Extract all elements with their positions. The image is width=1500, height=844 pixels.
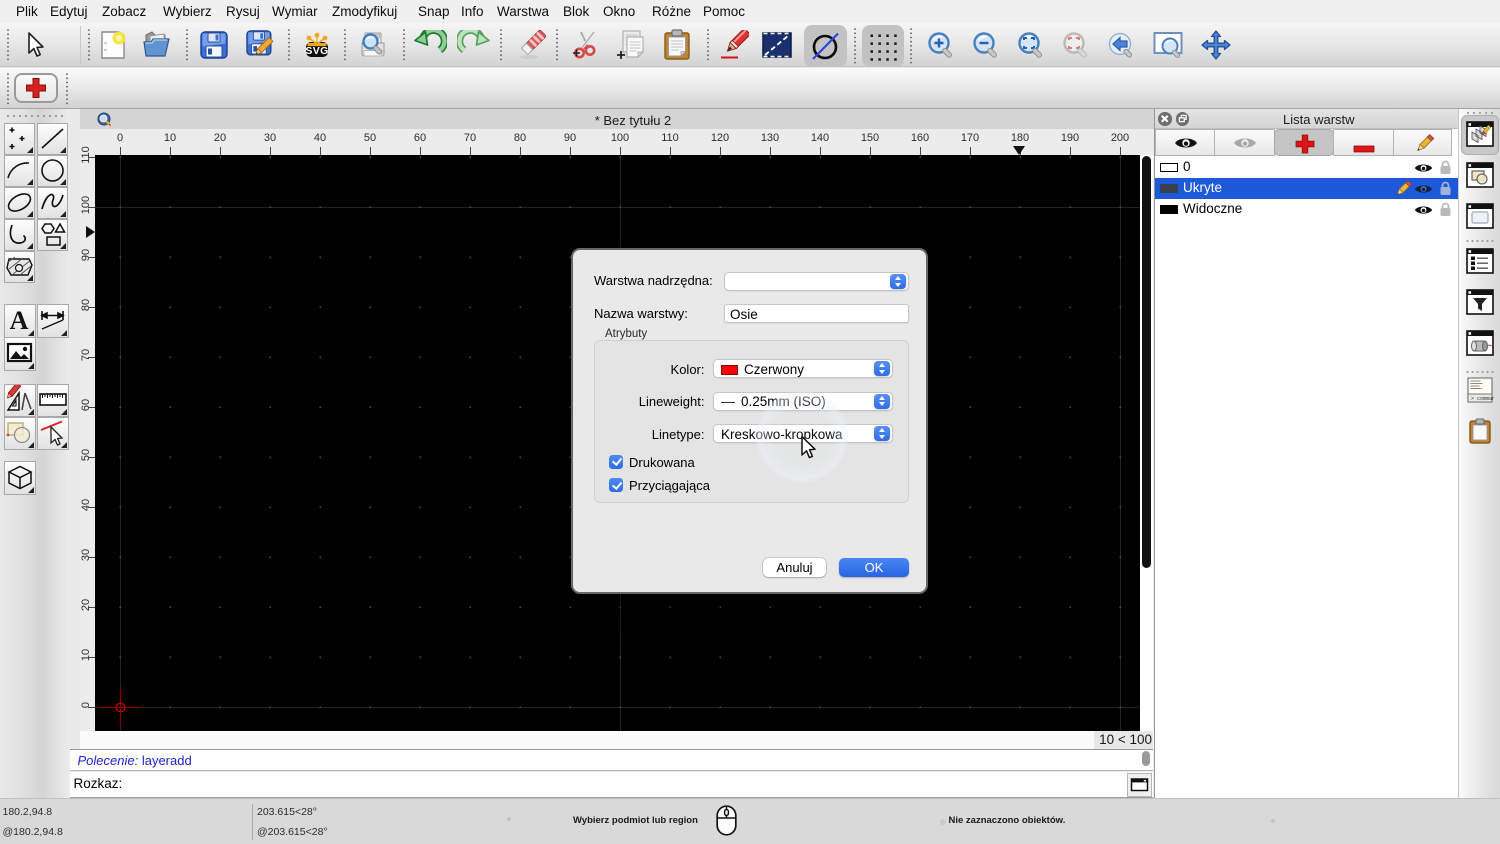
- svg-text:A: A: [10, 306, 29, 335]
- svg-text:SVG: SVG: [305, 45, 328, 57]
- svg-text:> command: > command: [1471, 396, 1494, 402]
